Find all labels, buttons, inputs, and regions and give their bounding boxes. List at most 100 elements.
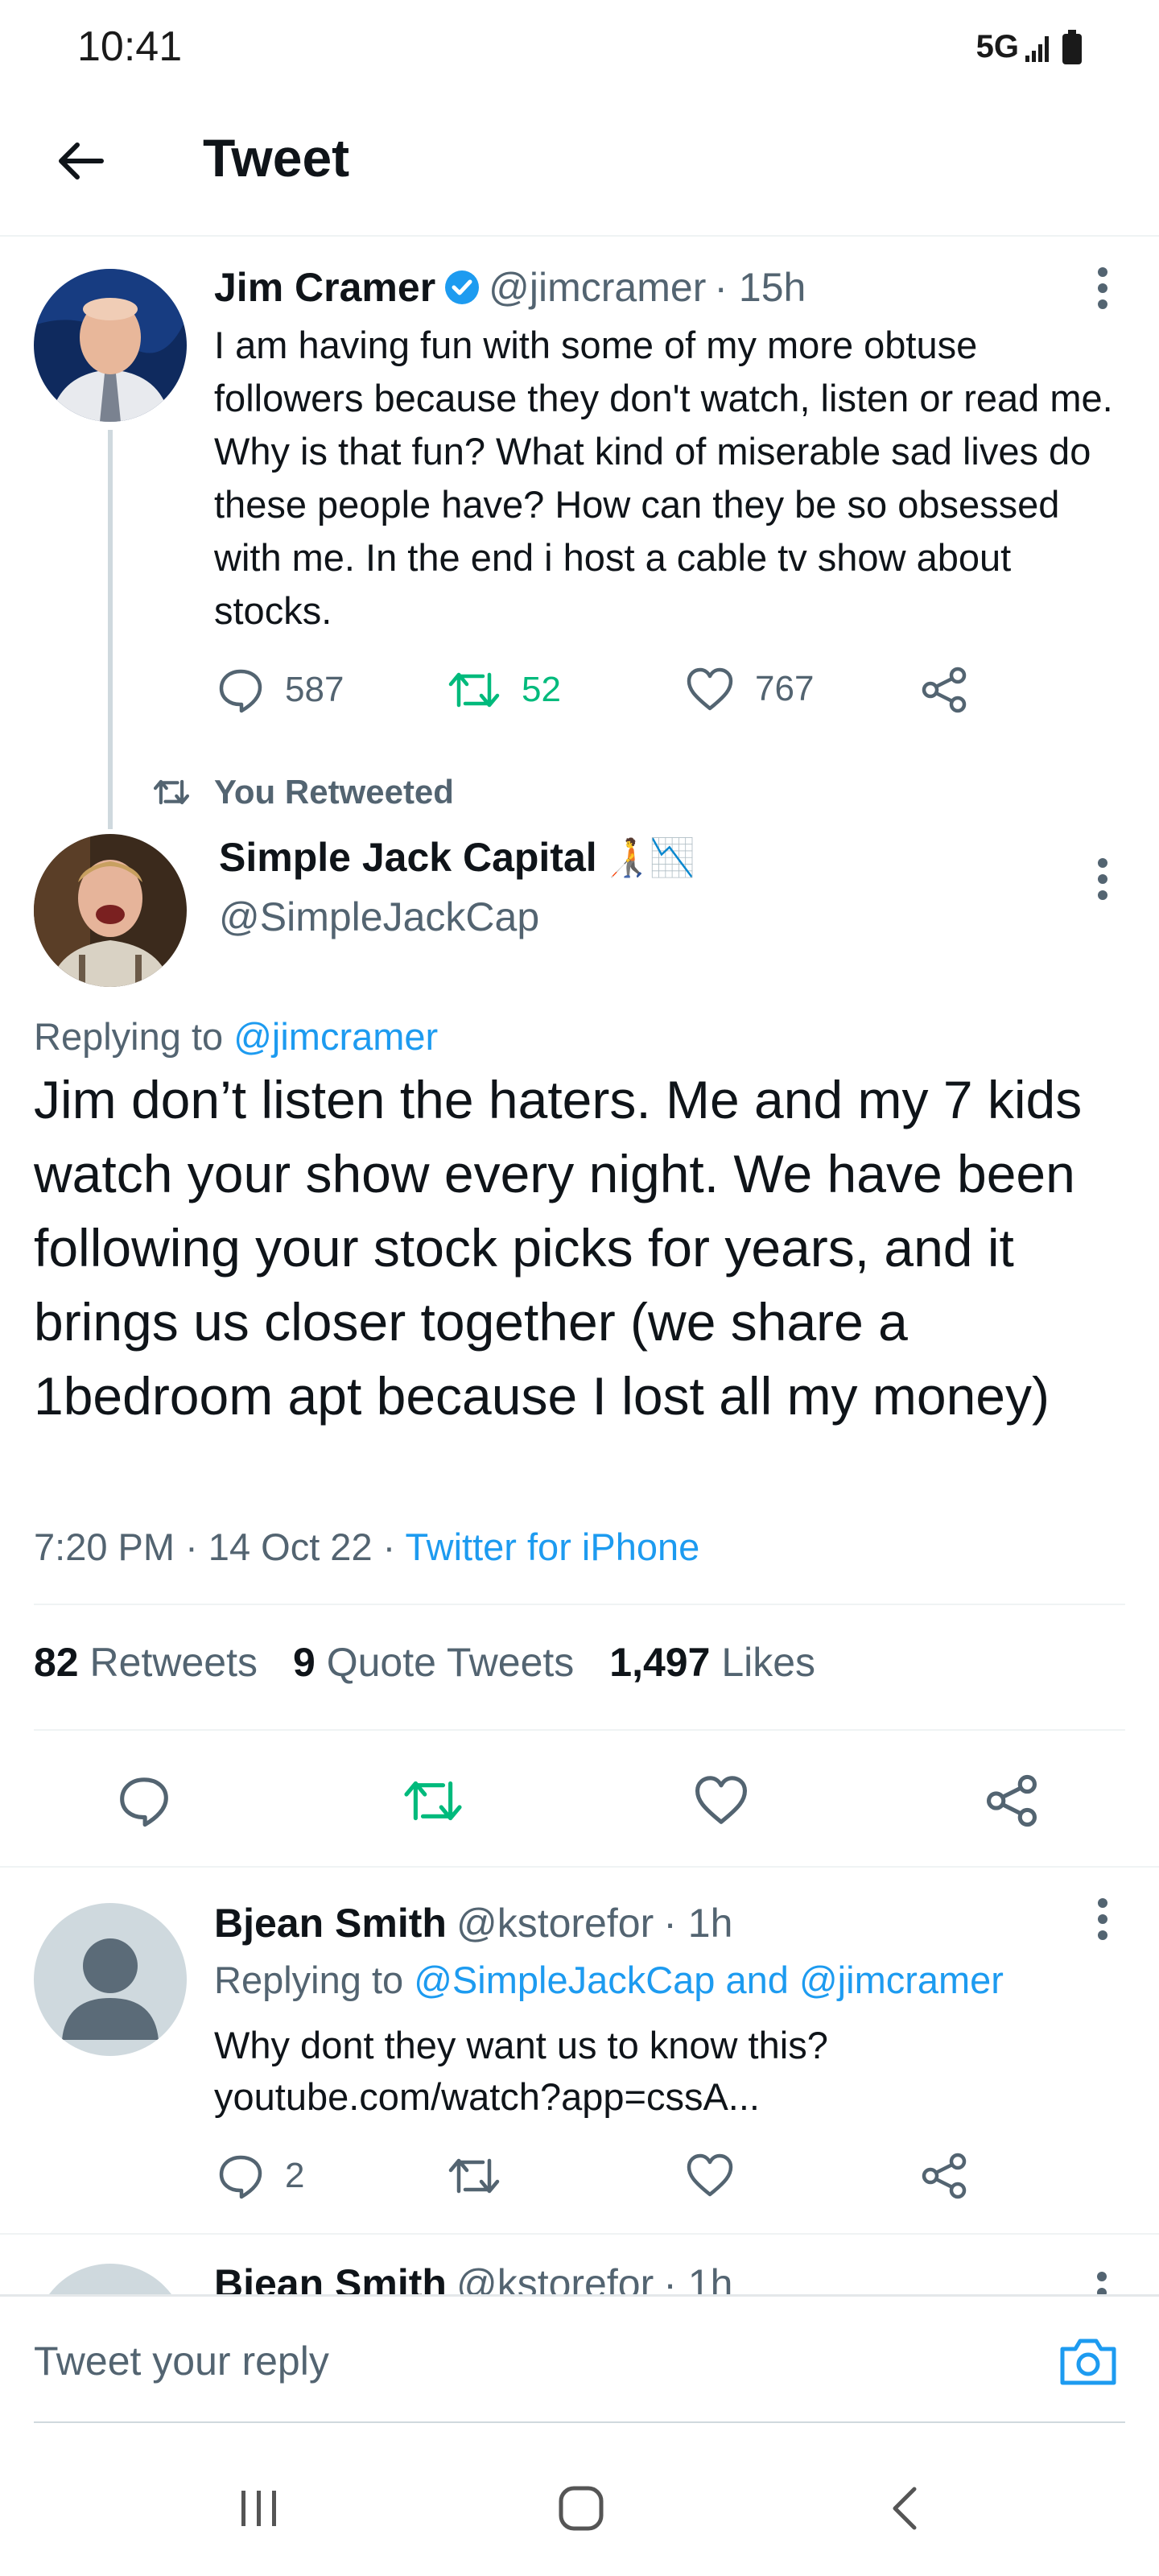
divider: [34, 1729, 1125, 1731]
like-button[interactable]: [686, 2153, 734, 2198]
like-icon: [686, 667, 734, 712]
more-button[interactable]: [1079, 1887, 1127, 1951]
author-handle[interactable]: @kstorefor: [456, 2260, 654, 2294]
main-retweet-button[interactable]: [402, 1774, 464, 1827]
like-icon: [686, 2153, 734, 2198]
reply1-link[interactable]: youtube.com/watch?app=cssA...: [214, 2070, 760, 2124]
main-like-button[interactable]: [694, 1774, 749, 1826]
author-handle[interactable]: @kstorefor: [456, 1900, 654, 1946]
reply-icon: [217, 667, 264, 713]
tweet-time: · 15h: [714, 265, 806, 310]
reply2-clipped: Bjean Smith @kstorefor · 1h: [0, 2235, 1159, 2294]
replying-label: Replying to: [214, 1959, 404, 2001]
like-icon: [694, 1774, 749, 1826]
like-count: 767: [755, 669, 815, 708]
more-icon: [1097, 1897, 1108, 1942]
main-tweet-name-row: Simple Jack Capital 🧑‍🦯📉: [219, 834, 695, 881]
reply1-header: Bjean Smith @kstorefor · 1h: [214, 1900, 732, 1946]
main-tweet-text: Jim don’t listen the haters. Me and my 7…: [34, 1070, 1083, 1426]
avatar-jim-cramer[interactable]: [34, 269, 187, 422]
share-button[interactable]: [921, 2153, 967, 2199]
parent-tweet-text: I am having fun with some of my more obt…: [214, 324, 1113, 632]
replying-handles-link[interactable]: @SimpleJackCap and @jimcramer: [414, 1959, 1004, 2001]
author-name[interactable]: Bjean Smith: [214, 1900, 447, 1946]
reply-button[interactable]: 2: [217, 2153, 304, 2199]
likes-stat[interactable]: 1,497 Likes: [609, 1639, 815, 1686]
divider: [0, 1866, 1159, 1868]
author-handle[interactable]: @SimpleJackCap: [219, 894, 539, 940]
nav-back-icon: [889, 2484, 921, 2533]
header-divider: [0, 235, 1159, 237]
home-button[interactable]: [557, 2484, 605, 2533]
tweet-datetime: 7:20 PM · 14 Oct 22 ·: [34, 1525, 396, 1568]
retweet-button[interactable]: [448, 2153, 501, 2199]
main-reply-button[interactable]: [118, 1774, 171, 1827]
retweets-count: 82: [34, 1640, 79, 1685]
reply-icon: [217, 2153, 264, 2199]
reply2-header: Bjean Smith @kstorefor · 1h: [214, 2260, 732, 2294]
reply-icon: [118, 1774, 171, 1827]
tweet-time: · 1h: [663, 2261, 733, 2294]
more-button[interactable]: [1079, 256, 1127, 320]
likes-label: Likes: [721, 1640, 816, 1685]
share-icon: [985, 1774, 1038, 1827]
recents-icon: [238, 2487, 280, 2529]
retweet-button[interactable]: 52: [448, 667, 561, 713]
avatar-default[interactable]: [34, 1903, 187, 2056]
retweets-label: Retweets: [89, 1640, 258, 1685]
more-icon[interactable]: [1096, 2270, 1107, 2294]
avatar-simple-jack[interactable]: [34, 834, 187, 987]
likes-count: 1,497: [609, 1640, 711, 1685]
status-icons: 5G: [976, 29, 1083, 65]
divider: [34, 1604, 1125, 1605]
reply-input[interactable]: Tweet your reply: [34, 2338, 329, 2384]
reply-button[interactable]: 587: [217, 667, 344, 713]
author-handle[interactable]: @jimcramer: [489, 264, 706, 311]
retweeted-icon: [153, 776, 190, 808]
quotes-label: Quote Tweets: [326, 1640, 575, 1685]
camera-icon: [1058, 2334, 1119, 2388]
back-button[interactable]: [48, 129, 113, 193]
battery-icon: [1061, 29, 1083, 65]
retweet-count: 52: [522, 670, 561, 709]
name-emoji: 🧑‍🦯📉: [603, 836, 696, 878]
verified-badge-icon: [443, 269, 481, 306]
like-button[interactable]: 767: [686, 667, 814, 712]
parent-tweet-header: Jim Cramer @jimcramer · 15h: [214, 264, 806, 311]
author-name[interactable]: Jim Cramer: [214, 264, 435, 311]
share-button[interactable]: [921, 667, 967, 713]
share-icon: [921, 2153, 967, 2199]
retweet-banner-text: You Retweeted: [214, 773, 454, 811]
engagement-stats: 82 Retweets 9 Quote Tweets 1,497 Likes: [34, 1639, 815, 1686]
page-title: Tweet: [203, 128, 350, 188]
retweet-icon: [448, 2153, 501, 2199]
replying-to: Replying to @jimcramer: [34, 1014, 438, 1059]
retweet-banner: You Retweeted: [153, 773, 454, 811]
recents-button[interactable]: [238, 2487, 280, 2529]
author-name[interactable]: Simple Jack Capital: [219, 834, 597, 881]
more-icon: [1097, 857, 1108, 902]
reply-count: 2: [285, 2156, 305, 2195]
retweets-stat[interactable]: 82 Retweets: [34, 1639, 258, 1686]
quotes-count: 9: [292, 1640, 316, 1685]
author-name[interactable]: Bjean Smith: [214, 2260, 447, 2294]
retweet-icon: [402, 1774, 464, 1827]
reply-count: 587: [285, 670, 344, 709]
thread-line: [108, 430, 113, 829]
replying-label: Replying to: [34, 1015, 224, 1058]
main-share-button[interactable]: [985, 1774, 1038, 1827]
replying-handle-link[interactable]: @jimcramer: [233, 1015, 438, 1058]
status-time: 10:41: [77, 23, 183, 70]
retweet-icon: [448, 667, 501, 713]
quote-tweets-stat[interactable]: 9 Quote Tweets: [293, 1639, 574, 1686]
camera-button[interactable]: [1058, 2334, 1119, 2388]
back-arrow-icon: [56, 141, 105, 181]
avatar-default[interactable]: [34, 2264, 187, 2294]
signal-icon: [1024, 31, 1056, 64]
tweet-time: · 1h: [663, 1901, 733, 1946]
home-icon: [557, 2484, 605, 2533]
more-icon: [1097, 266, 1108, 311]
more-button[interactable]: [1079, 847, 1127, 911]
nav-back-button[interactable]: [889, 2484, 921, 2533]
tweet-source-link[interactable]: Twitter for iPhone: [406, 1525, 700, 1568]
